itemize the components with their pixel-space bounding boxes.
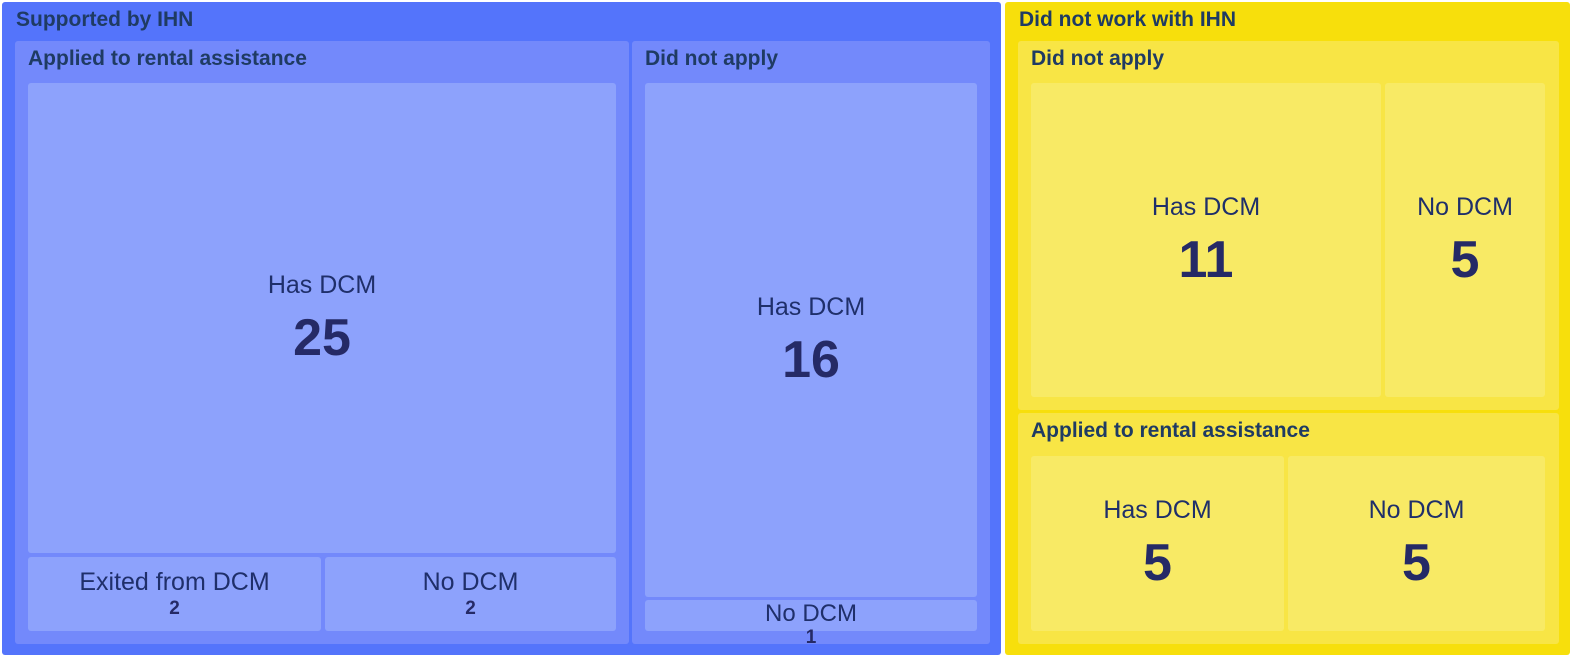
subgroup-title: Did not apply <box>645 47 778 70</box>
treemap-cell[interactable]: Exited from DCM 2 <box>28 557 321 631</box>
treemap-subgroup-applied[interactable]: Applied to rental assistance Has DCM 5 N… <box>1018 413 1559 644</box>
subgroup-title: Did not apply <box>1031 47 1164 70</box>
cell-value: 5 <box>1402 534 1431 592</box>
cell-label: No DCM <box>422 568 519 596</box>
cell-label: Has DCM <box>267 270 377 299</box>
treemap-subgroup-applied[interactable]: Applied to rental assistance Has DCM 25 … <box>15 41 629 644</box>
treemap-cell[interactable]: Has DCM 11 <box>1031 83 1381 397</box>
cell-label: Has DCM <box>1151 192 1261 221</box>
treemap-cell[interactable]: Has DCM 5 <box>1031 456 1284 631</box>
cell-value: 5 <box>1143 534 1172 592</box>
subgroup-title: Applied to rental assistance <box>28 47 307 70</box>
treemap-subgroup-did-not-apply[interactable]: Did not apply Has DCM 11 No DCM 5 <box>1018 41 1559 410</box>
cell-value: 2 <box>169 598 180 619</box>
treemap-subgroup-did-not-apply[interactable]: Did not apply Has DCM 16 No DCM 1 <box>632 41 990 647</box>
subgroup-title: Applied to rental assistance <box>1031 419 1310 442</box>
cell-label: Has DCM <box>756 292 866 321</box>
cell-value: 5 <box>1450 230 1480 289</box>
cell-label: Exited from DCM <box>79 568 270 596</box>
treemap-cell[interactable]: No DCM 5 <box>1385 83 1545 397</box>
treemap-cell[interactable]: No DCM 5 <box>1288 456 1545 631</box>
treemap-group-supported-by-ihn[interactable]: Supported by IHN Applied to rental assis… <box>2 2 1001 655</box>
treemap-group-did-not-work-with-ihn[interactable]: Did not work with IHN Did not apply Has … <box>1005 2 1570 655</box>
cell-label: No DCM <box>1417 192 1513 221</box>
cell-value: 16 <box>782 330 840 389</box>
treemap-cell[interactable]: Has DCM 25 <box>28 83 616 553</box>
cell-label: No DCM <box>764 600 857 627</box>
cell-label: No DCM <box>1368 496 1465 524</box>
cell-value: 1 <box>805 627 817 648</box>
cell-value: 25 <box>293 308 351 367</box>
group-title: Did not work with IHN <box>1019 8 1236 31</box>
group-title: Supported by IHN <box>16 8 194 31</box>
treemap-cell[interactable]: No DCM 1 <box>645 600 977 647</box>
cell-value: 2 <box>465 598 476 619</box>
treemap-cell[interactable]: Has DCM 16 <box>645 83 977 597</box>
cell-label: Has DCM <box>1103 496 1212 524</box>
cell-value: 11 <box>1178 230 1234 289</box>
treemap-cell[interactable]: No DCM 2 <box>325 557 616 631</box>
